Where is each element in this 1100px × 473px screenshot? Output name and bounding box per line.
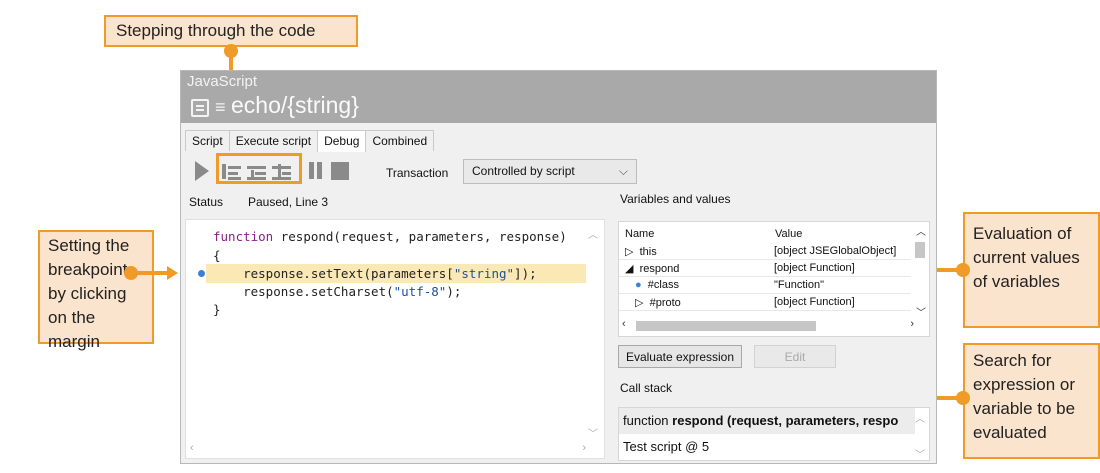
- chevron-down-icon[interactable]: ﹀: [916, 304, 926, 319]
- code-line-4: response.setCharset("utf-8");: [213, 284, 461, 299]
- tab-bar: Script Execute script Debug Combined: [185, 130, 435, 152]
- annotation-breakpoint-text: Setting the breakpoint by clicking on th…: [48, 236, 130, 351]
- tab-execute-script[interactable]: Execute script: [228, 130, 319, 151]
- variable-value: [object JSEGlobalObject]: [774, 245, 897, 257]
- page-title: echo/{string}: [231, 92, 359, 118]
- annotation-evaluation: Evaluation of current values of variable…: [963, 212, 1100, 328]
- variables-table[interactable]: Name Value ▷ this [object JSEGlobalObjec…: [618, 221, 930, 337]
- variable-value: [object Function]: [774, 296, 855, 308]
- status-value: Paused, Line 3: [248, 195, 329, 209]
- horizontal-scrollbar[interactable]: ‹ ›: [622, 318, 914, 332]
- annotation-search: Search for expression or variable to be …: [963, 343, 1100, 459]
- stop-icon[interactable]: [331, 162, 349, 180]
- annotation-stepping: Stepping through the code: [104, 15, 358, 47]
- code-text: {: [213, 248, 221, 263]
- chevron-up-icon[interactable]: ︿: [916, 223, 926, 238]
- annotation-breakpoint-arrow: [167, 266, 178, 280]
- chevron-down-icon: ⌵: [618, 164, 628, 178]
- status-label: Status: [189, 195, 224, 209]
- call-stack-list[interactable]: function respond (request, parameters, r…: [618, 407, 930, 461]
- column-header-name: Name: [625, 228, 655, 240]
- scroll-right-icon[interactable]: ›: [582, 442, 586, 454]
- pause-icon[interactable]: [309, 162, 323, 179]
- code-keyword: function: [213, 229, 274, 244]
- evaluate-expression-button[interactable]: Evaluate expression: [618, 345, 742, 368]
- tab-script[interactable]: Script: [185, 130, 230, 151]
- property-icon: ●: [635, 279, 642, 291]
- code-string: "string": [453, 266, 515, 281]
- code-line-5: }: [213, 302, 221, 317]
- code-line-3: response.setText(parameters["string"]);: [213, 266, 537, 281]
- annotation-breakpoint: Setting the breakpoint by clicking on th…: [38, 230, 154, 351]
- code-line-2: {: [213, 248, 221, 263]
- code-text: response.setCharset(: [213, 284, 394, 299]
- table-row[interactable]: ▷ #proto [object Function]: [619, 294, 911, 311]
- call-stack-function: respond (request, parameters, respo: [672, 413, 899, 428]
- chevron-down-icon[interactable]: ﹀: [915, 446, 925, 460]
- variable-name: respond: [639, 263, 680, 275]
- row-name-cell: ◢ respond: [625, 262, 679, 275]
- scroll-left-icon[interactable]: ‹: [190, 442, 194, 454]
- chevron-right-icon[interactable]: ›: [910, 318, 914, 330]
- scrollbar-thumb[interactable]: [915, 242, 925, 258]
- chevron-left-icon[interactable]: ‹: [622, 318, 626, 330]
- call-stack-label: Call stack: [620, 381, 673, 395]
- code-text: response.setText(parameters[: [213, 266, 454, 281]
- variable-name: this: [639, 246, 657, 258]
- table-row[interactable]: ● #class "Function": [619, 277, 911, 294]
- code-text: }: [213, 302, 221, 317]
- language-label: JavaScript: [187, 73, 258, 90]
- code-line-1: function respond(request, parameters, re…: [213, 229, 567, 244]
- row-name-cell: ▷ this: [625, 245, 657, 258]
- variable-value: "Function": [774, 279, 824, 291]
- scrollbar-thumb[interactable]: [636, 321, 816, 331]
- code-editor[interactable]: function respond(request, parameters, re…: [185, 219, 605, 459]
- code-text: respond(request, parameters, response): [273, 229, 567, 244]
- row-name-cell: ● #class: [635, 279, 679, 291]
- variable-value: [object Function]: [774, 262, 855, 274]
- variable-name: #class: [647, 279, 679, 291]
- collapse-icon[interactable]: ◢: [625, 263, 633, 275]
- call-stack-entry[interactable]: function respond (request, parameters, r…: [619, 408, 915, 434]
- scroll-down-icon[interactable]: ﹀: [588, 425, 598, 440]
- tab-debug[interactable]: Debug: [317, 130, 367, 152]
- window-header: JavaScript ≡ echo/{string}: [181, 71, 936, 123]
- variable-name: #proto: [649, 297, 681, 309]
- transaction-select-value: Controlled by script: [472, 164, 575, 178]
- table-row[interactable]: ◢ respond [object Function]: [619, 260, 911, 277]
- vertical-scrollbar[interactable]: ︿ ﹀: [913, 224, 927, 320]
- table-row[interactable]: ▷ this [object JSEGlobalObject]: [619, 243, 911, 260]
- expand-icon[interactable]: ▷: [635, 297, 643, 309]
- transaction-select[interactable]: Controlled by script ⌵: [463, 159, 637, 184]
- run-icon[interactable]: [195, 161, 209, 181]
- menu-icon[interactable]: ≡: [215, 97, 226, 118]
- code-text: ]);: [514, 266, 537, 281]
- script-editor-window: JavaScript ≡ echo/{string} Script Execut…: [180, 70, 937, 464]
- call-stack-prefix: function: [623, 413, 673, 428]
- variables-section-label: Variables and values: [620, 192, 731, 206]
- chevron-up-icon[interactable]: ︿: [915, 410, 925, 425]
- code-string: "utf-8": [393, 284, 447, 299]
- expand-icon[interactable]: ▷: [625, 246, 633, 258]
- annotation-search-text: Search for expression or variable to be …: [973, 351, 1076, 442]
- call-stack-entry[interactable]: Test script @ 5: [623, 439, 709, 454]
- stepping-buttons-highlight-cover: [216, 153, 302, 184]
- transaction-label: Transaction: [386, 166, 449, 180]
- document-icon: [191, 99, 209, 117]
- scroll-up-icon[interactable]: ︿: [588, 226, 598, 241]
- column-header-value: Value: [775, 228, 803, 240]
- code-text: );: [446, 284, 462, 299]
- annotation-breakpoint-line: [134, 271, 168, 275]
- annotation-evaluation-text: Evaluation of current values of variable…: [973, 224, 1080, 291]
- tab-combined[interactable]: Combined: [365, 130, 435, 151]
- annotation-stepping-text: Stepping through the code: [116, 21, 316, 40]
- row-name-cell: ▷ #proto: [635, 296, 681, 309]
- breakpoint-marker[interactable]: [198, 270, 205, 277]
- edit-button[interactable]: Edit: [754, 345, 836, 368]
